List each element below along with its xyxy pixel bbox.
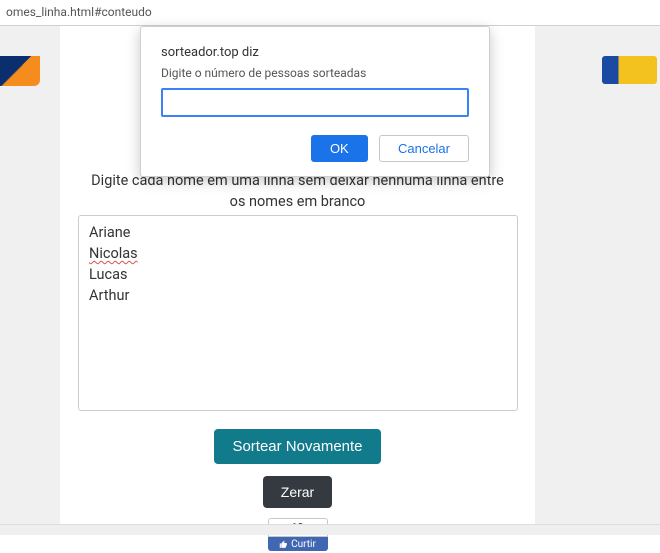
dialog-actions: OK Cancelar [161, 135, 469, 162]
name-line: Nicolas [89, 243, 507, 264]
name-line: Ariane [89, 222, 507, 243]
ad-banner-right[interactable] [602, 56, 657, 84]
horizontal-scrollbar[interactable] [0, 524, 660, 535]
names-textarea[interactable]: ArianeNicolasLucasArthur [78, 215, 518, 411]
sortear-button[interactable]: Sortear Novamente [214, 429, 380, 464]
dialog-cancel-button[interactable]: Cancelar [379, 135, 469, 162]
address-bar-text: omes_linha.html#conteudo [6, 5, 152, 19]
name-line: Lucas [89, 264, 507, 285]
facebook-like-button[interactable]: Curtir [268, 537, 328, 551]
address-bar[interactable]: omes_linha.html#conteudo [0, 0, 660, 26]
name-line: Arthur [89, 285, 507, 306]
facebook-like-label: Curtir [291, 539, 316, 550]
thumb-up-icon [279, 540, 288, 549]
zerar-button[interactable]: Zerar [263, 476, 332, 508]
dialog-message: Digite o número de pessoas sorteadas [161, 66, 469, 80]
ad-banner-left[interactable] [0, 56, 40, 86]
js-prompt-dialog: sorteador.top diz Digite o número de pes… [140, 26, 490, 177]
dialog-origin: sorteador.top diz [161, 45, 469, 60]
dialog-input[interactable] [161, 88, 469, 117]
dialog-ok-button[interactable]: OK [311, 135, 368, 162]
